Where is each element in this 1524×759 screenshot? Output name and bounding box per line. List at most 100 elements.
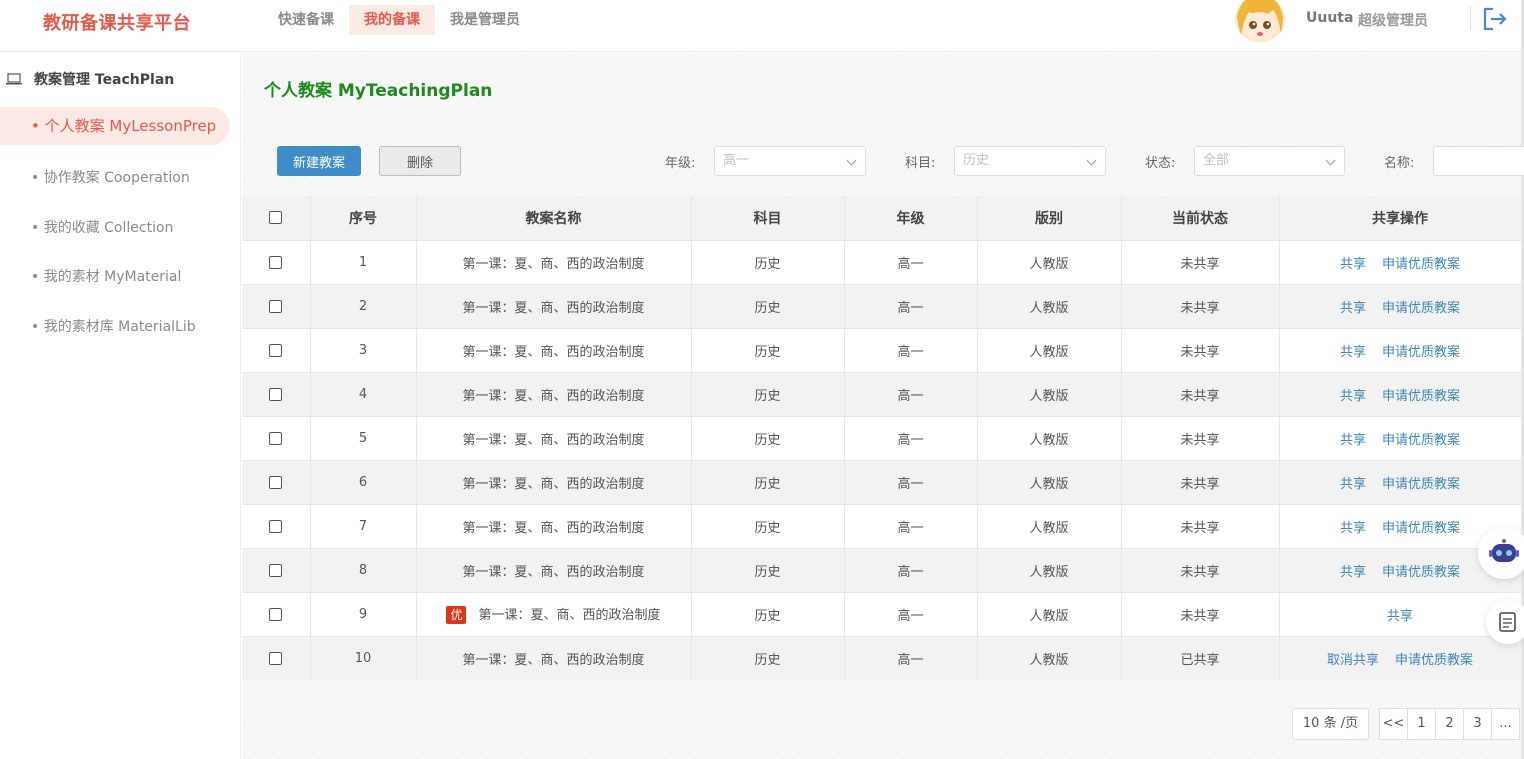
row-checkbox[interactable] — [269, 607, 283, 621]
table-row[interactable]: 5 第一课：夏、商、西的政治制度 历史 高一 人教版 未共享 共享 申请优质教案 — [242, 415, 1522, 460]
table-row[interactable]: 2 第一课：夏、商、西的政治制度 历史 高一 人教版 未共享 共享 申请优质教案 — [242, 283, 1522, 328]
brand-title[interactable]: 教研备课共享平台 — [43, 9, 191, 35]
row-edition: 人教版 — [977, 503, 1122, 548]
notes-icon[interactable] — [1486, 600, 1524, 644]
share-op-link[interactable]: 申请优质教案 — [1382, 257, 1460, 272]
share-op-link[interactable]: 申请优质教案 — [1382, 565, 1460, 580]
row-status: 未共享 — [1121, 459, 1280, 504]
grade-select[interactable]: 高一 — [714, 146, 866, 176]
row-edition: 人教版 — [977, 239, 1122, 284]
share-op-link[interactable]: 共享 — [1340, 257, 1366, 272]
share-op-link[interactable]: 申请优质教案 — [1382, 301, 1460, 316]
table-row[interactable]: 4 第一课：夏、商、西的政治制度 历史 高一 人教版 未共享 共享 申请优质教案 — [242, 371, 1522, 416]
page-size-select[interactable]: 10 条 /页 — [1292, 708, 1369, 740]
row-name[interactable]: 第一课：夏、商、西的政治制度 — [462, 257, 644, 272]
share-op-link[interactable]: 申请优质教案 — [1382, 433, 1460, 448]
row-name[interactable]: 第一课：夏、商、西的政治制度 — [462, 565, 644, 580]
col-header-status[interactable]: 当前状态 — [1121, 196, 1280, 240]
row-checkbox[interactable] — [269, 651, 283, 665]
nav-admin[interactable]: 我是管理员 — [435, 5, 535, 35]
share-op-link[interactable]: 共享 — [1340, 389, 1366, 404]
share-op-link[interactable]: 共享 — [1340, 433, 1366, 448]
sidebar-group-teachplan[interactable]: 教案管理 TeachPlan — [6, 69, 174, 89]
table-row[interactable]: 3 第一课：夏、商、西的政治制度 历史 高一 人教版 未共享 共享 申请优质教案 — [242, 327, 1522, 372]
col-header-subject[interactable]: 科目 — [691, 196, 845, 240]
row-edition: 人教版 — [977, 547, 1122, 592]
row-ops: 共享 申请优质教案 — [1279, 239, 1522, 284]
page-2-button[interactable]: 2 — [1435, 708, 1464, 740]
share-op-link[interactable]: 共享 — [1340, 345, 1366, 360]
share-op-link[interactable]: 申请优质教案 — [1382, 521, 1460, 536]
table-row[interactable]: 1 第一课：夏、商、西的政治制度 历史 高一 人教版 未共享 共享 申请优质教案 — [242, 239, 1522, 284]
row-name[interactable]: 第一课：夏、商、西的政治制度 — [462, 389, 644, 404]
share-op-link[interactable]: 共享 — [1387, 609, 1413, 624]
sidebar-group-label: 教案管理 TeachPlan — [34, 72, 175, 88]
col-header-edition[interactable]: 版别 — [977, 196, 1122, 240]
row-checkbox[interactable] — [269, 299, 283, 313]
col-header-name[interactable]: 教案名称 — [416, 196, 692, 240]
row-checkbox[interactable] — [269, 255, 283, 269]
grade-label: 年级: — [665, 156, 696, 171]
select-all-checkbox[interactable] — [269, 211, 283, 225]
row-name[interactable]: 第一课：夏、商、西的政治制度 — [462, 345, 644, 360]
table-header-row: 序号 教案名称 科目 年级 版别 当前状态 共享操作 — [242, 196, 1522, 240]
row-checkbox[interactable] — [269, 563, 283, 577]
header-divider — [1470, 6, 1471, 30]
share-op-link[interactable]: 取消共享 — [1327, 653, 1379, 668]
name-search-input[interactable] — [1433, 146, 1524, 176]
share-op-link[interactable]: 申请优质教案 — [1395, 653, 1473, 668]
share-op-link[interactable]: 共享 — [1340, 565, 1366, 580]
row-edition: 人教版 — [977, 415, 1122, 460]
share-op-link[interactable]: 申请优质教案 — [1382, 389, 1460, 404]
row-name[interactable]: 第一课：夏、商、西的政治制度 — [462, 653, 644, 668]
sidebar-item-mymaterial[interactable]: • 我的素材 MyMaterial — [31, 266, 181, 286]
share-op-link[interactable]: 共享 — [1340, 301, 1366, 316]
row-name[interactable]: 第一课：夏、商、西的政治制度 — [462, 477, 644, 492]
share-op-link[interactable]: 申请优质教案 — [1382, 477, 1460, 492]
table-row[interactable]: 7 第一课：夏、商、西的政治制度 历史 高一 人教版 未共享 共享 申请优质教案 — [242, 503, 1522, 548]
row-name[interactable]: 第一课：夏、商、西的政治制度 — [478, 608, 660, 623]
row-name[interactable]: 第一课：夏、商、西的政治制度 — [462, 521, 644, 536]
row-checkbox[interactable] — [269, 387, 283, 401]
table-row[interactable]: 8 第一课：夏、商、西的政治制度 历史 高一 人教版 未共享 共享 申请优质教案 — [242, 547, 1522, 592]
row-subject: 历史 — [691, 459, 845, 504]
page-ellipsis[interactable]: ... — [1491, 708, 1520, 740]
page-1-button[interactable]: 1 — [1407, 708, 1436, 740]
sidebar-item-collection[interactable]: • 我的收藏 Collection — [31, 217, 173, 237]
row-name[interactable]: 第一课：夏、商、西的政治制度 — [462, 433, 644, 448]
col-header-grade[interactable]: 年级 — [844, 196, 978, 240]
row-status: 已共享 — [1121, 635, 1280, 680]
row-ops: 取消共享 申请优质教案 — [1279, 635, 1522, 680]
row-name[interactable]: 第一课：夏、商、西的政治制度 — [462, 301, 644, 316]
row-checkbox[interactable] — [269, 519, 283, 533]
row-name-cell: 第一课：夏、商、西的政治制度 — [416, 415, 692, 460]
row-checkbox[interactable] — [269, 343, 283, 357]
share-op-link[interactable]: 共享 — [1340, 477, 1366, 492]
select-all-cell — [242, 196, 311, 240]
table-row[interactable]: 6 第一课：夏、商、西的政治制度 历史 高一 人教版 未共享 共享 申请优质教案 — [242, 459, 1522, 504]
row-grade: 高一 — [844, 371, 978, 416]
sidebar-item-mylessonprep[interactable]: • 个人教案 MyLessonPrep — [0, 107, 230, 145]
logout-icon[interactable] — [1482, 6, 1508, 32]
nav-quick-prep[interactable]: 快速备课 — [263, 5, 349, 35]
page-3-button[interactable]: 3 — [1463, 708, 1492, 740]
row-checkbox[interactable] — [269, 475, 283, 489]
row-checkbox[interactable] — [269, 431, 283, 445]
row-ops: 共享 申请优质教案 — [1279, 371, 1522, 416]
delete-button[interactable]: 删除 — [379, 146, 461, 176]
sidebar-item-cooperation[interactable]: • 协作教案 Cooperation — [31, 167, 190, 187]
table-row[interactable]: 10 第一课：夏、商、西的政治制度 历史 高一 人教版 已共享 取消共享 申请优质教案 — [242, 635, 1522, 680]
share-op-link[interactable]: 共享 — [1340, 521, 1366, 536]
new-plan-button[interactable]: 新建教案 — [277, 146, 361, 176]
page-first-button[interactable]: << — [1379, 708, 1408, 740]
nav-my-prep[interactable]: 我的备课 — [349, 5, 435, 35]
robot-icon[interactable] — [1478, 527, 1524, 579]
subject-select[interactable]: 历史 — [954, 146, 1106, 176]
col-header-no[interactable]: 序号 — [310, 196, 417, 240]
sidebar-item-materiallib[interactable]: • 我的素材库 MaterialLib — [31, 316, 196, 336]
share-op-link[interactable]: 申请优质教案 — [1382, 345, 1460, 360]
status-select[interactable]: 全部 — [1194, 146, 1345, 176]
row-status: 未共享 — [1121, 371, 1280, 416]
avatar[interactable] — [1235, 0, 1285, 42]
table-row[interactable]: 9 优第一课：夏、商、西的政治制度 历史 高一 人教版 未共享 共享 — [242, 591, 1522, 636]
